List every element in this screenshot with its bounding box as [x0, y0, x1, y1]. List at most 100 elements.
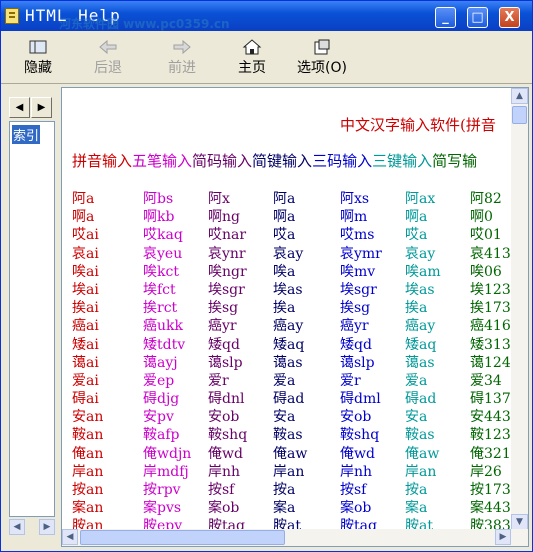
options-button[interactable]: 选项(O) — [291, 35, 353, 81]
code-cell: 啊m — [340, 209, 368, 226]
back-button[interactable]: 后退 — [83, 35, 133, 81]
left-arrow-icon: ◀ — [15, 102, 24, 113]
input-method-link[interactable]: 三码输入 — [312, 152, 372, 170]
code-cell: 哎nar — [208, 227, 247, 244]
tab-scroll-right-button[interactable]: ▶ — [31, 97, 52, 118]
code-cell: 按rpv — [143, 482, 181, 498]
minimize-button[interactable]: _ — [435, 7, 456, 28]
code-cell: 胺at — [405, 518, 433, 530]
vertical-scroll-thumb[interactable] — [512, 106, 527, 124]
code-cell: 哎ms — [340, 227, 375, 244]
close-button[interactable]: X — [499, 7, 520, 28]
code-cell: 爱a — [405, 372, 428, 389]
code-cell: 矮tdtv — [143, 336, 186, 353]
code-cell: 啊0 — [470, 209, 493, 226]
code-cell: 岸mdfj — [143, 463, 189, 480]
code-cell: 按a — [405, 482, 428, 498]
nav-scroll-right-button[interactable]: ▶ — [39, 519, 55, 535]
index-list[interactable]: 索引 — [9, 121, 55, 517]
hide-button[interactable]: 隐藏 — [13, 35, 63, 81]
code-cell: 唉kct — [143, 263, 179, 280]
content-horizontal-scrollbar[interactable]: ◀ ▶ — [62, 529, 528, 546]
code-cell: 鞍afp — [143, 427, 180, 444]
title-bar[interactable]: HTML Help 河东软件园 www.pc0359.cn _ □ X — [1, 1, 532, 31]
scroll-down-button[interactable]: ▼ — [511, 514, 528, 530]
code-cell: 埃sgr — [208, 281, 245, 298]
code-cell: 鞍123 — [470, 427, 510, 444]
code-cell: 哀ynr — [208, 245, 246, 262]
code-cell: 啊ng — [208, 209, 240, 226]
code-cell: 癌416 — [470, 318, 510, 335]
code-cell: 挨a — [273, 300, 296, 317]
maximize-button[interactable]: □ — [467, 7, 488, 28]
code-cell: 岸an — [273, 463, 305, 480]
help-window: HTML Help 河东软件园 www.pc0359.cn _ □ X 隐藏 后… — [0, 0, 533, 552]
code-cell: 俺aw — [273, 445, 308, 462]
code-cell: 蔼124 — [470, 354, 510, 371]
code-cell: 岸nh — [208, 463, 241, 480]
options-label: 选项(O) — [297, 60, 347, 76]
nav-horizontal-scrollbar[interactable]: ◀ ▶ — [9, 519, 55, 535]
home-button[interactable]: 主页 — [227, 35, 277, 81]
tab-scroll-left-button[interactable]: ◀ — [9, 97, 30, 118]
h-scroll-right-button[interactable]: ▶ — [495, 529, 511, 545]
hide-icon — [29, 40, 47, 54]
code-cell: 啊a — [273, 209, 296, 226]
code-cell: 唉a — [273, 263, 296, 280]
code-cell: 岸26 — [470, 463, 502, 480]
code-cell: 胺383 — [470, 518, 510, 530]
input-method-link[interactable]: 简键输入 — [252, 152, 312, 170]
code-cell: 蔼slp — [340, 354, 375, 371]
code-cell: 按sf — [340, 482, 367, 498]
code-cell: 矮qd — [340, 336, 372, 353]
code-cell: 矮aq — [273, 336, 305, 353]
code-cell: 唉am — [405, 263, 441, 280]
code-cell: 阿a — [273, 191, 296, 207]
content-vertical-scrollbar[interactable]: ▲ ▼ — [511, 88, 528, 530]
horizontal-scroll-thumb[interactable] — [80, 530, 285, 545]
minimize-icon: _ — [442, 10, 449, 25]
code-cell: 胺at — [273, 518, 301, 530]
code-cell: 按173 — [470, 482, 510, 498]
code-cell: 安443 — [470, 409, 510, 426]
code-cell: 矮313 — [470, 336, 510, 353]
code-cell: 安ob — [208, 409, 240, 426]
code-cell: 鞍as — [405, 427, 435, 444]
input-method-link[interactable]: 简码输入 — [192, 152, 252, 170]
code-cell: 唉mv — [340, 263, 376, 280]
code-cell: 埃123 — [470, 281, 510, 298]
forward-button[interactable]: 前进 — [157, 35, 207, 81]
code-cell: 埃as — [405, 281, 435, 298]
code-cell: 啊a — [72, 209, 95, 226]
input-method-link[interactable]: 简写输 — [432, 152, 477, 170]
code-cell: 哀yeu — [143, 245, 183, 262]
code-cell: 挨173 — [470, 300, 510, 317]
code-cell: 哎a — [273, 227, 296, 244]
forward-label: 前进 — [168, 60, 196, 76]
home-label: 主页 — [238, 60, 266, 76]
watermark-text: 河东软件园 www.pc0359.cn — [59, 17, 230, 31]
code-cell: 爱a — [273, 372, 296, 389]
input-method-link[interactable]: 拼音输入 — [72, 152, 132, 170]
scroll-down-icon: ▼ — [516, 517, 523, 527]
code-cell: 矮qd — [208, 336, 240, 353]
tab-index[interactable]: 索引 — [12, 125, 41, 144]
code-cell: 鞍shq — [340, 427, 380, 444]
code-cell: 哀ay — [273, 245, 304, 262]
h-scroll-right-icon: ▶ — [499, 532, 507, 542]
code-cell: 挨rct — [143, 300, 178, 317]
code-cell: 俺wd — [340, 445, 375, 462]
code-cell: 哀ymr — [340, 245, 382, 262]
input-method-link[interactable]: 五笔输入 — [132, 152, 192, 170]
input-method-link[interactable]: 三键输入 — [372, 152, 432, 170]
code-cell: 蔼as — [273, 354, 303, 371]
code-cell: 蔼ai — [72, 354, 99, 371]
code-cell: 俺wd — [208, 445, 243, 462]
h-scroll-left-button[interactable]: ◀ — [62, 529, 78, 545]
code-cell: 碍137 — [470, 391, 510, 408]
scroll-up-button[interactable]: ▲ — [511, 88, 528, 104]
h-scroll-left-icon: ◀ — [66, 532, 74, 542]
code-cell: 安pv — [143, 409, 174, 426]
nav-scroll-left-button[interactable]: ◀ — [9, 519, 25, 535]
code-cell: 哎a — [405, 227, 428, 244]
